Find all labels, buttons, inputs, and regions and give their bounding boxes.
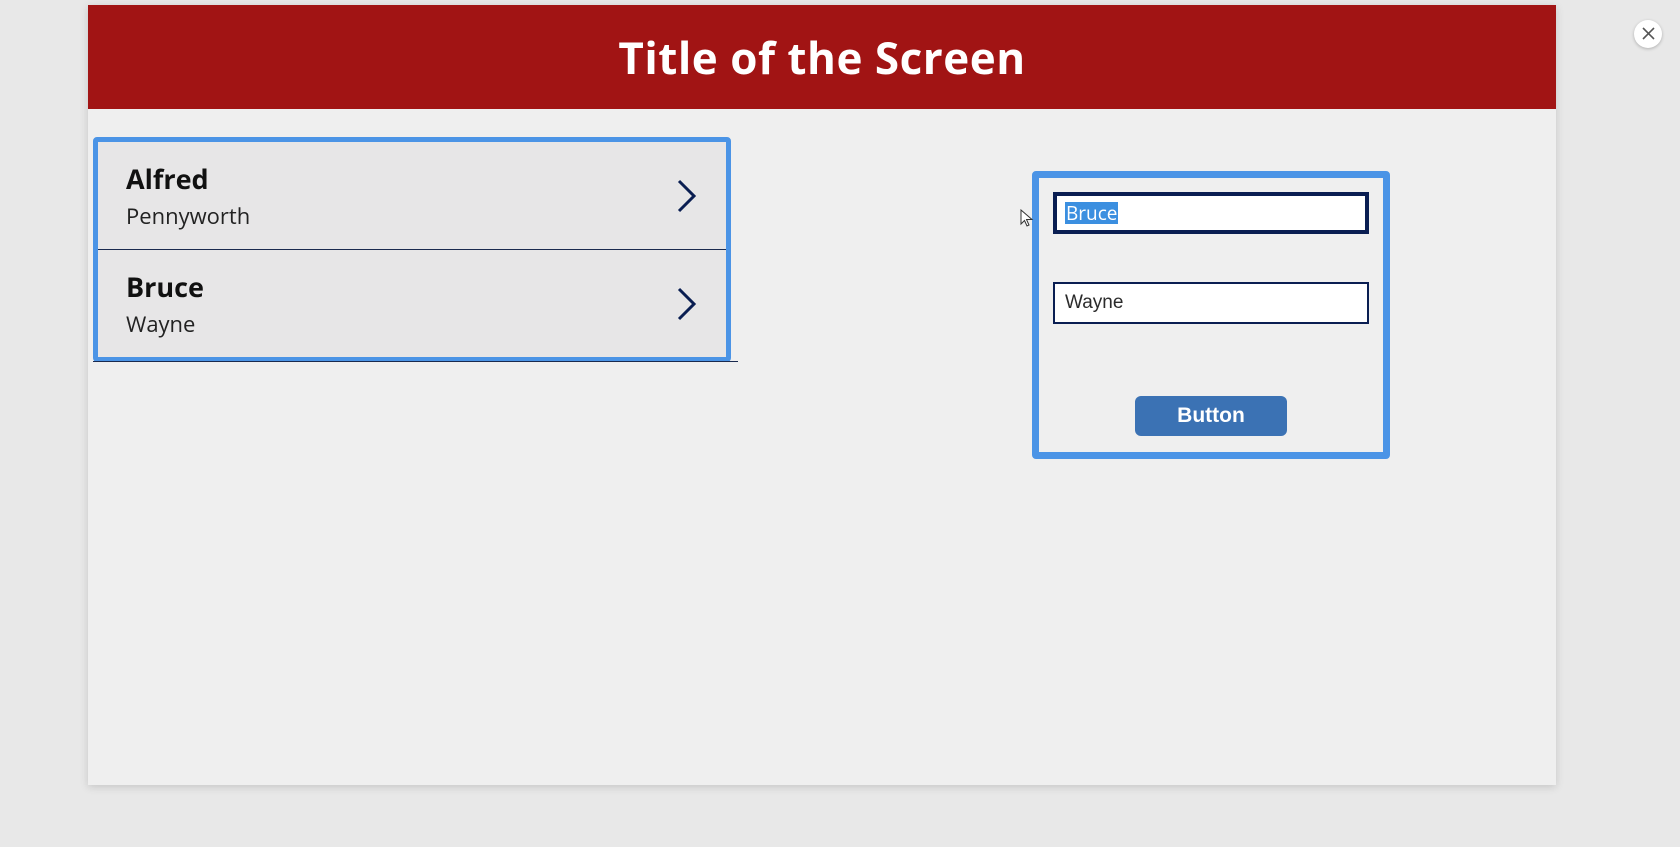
button-row: Button xyxy=(1053,396,1369,436)
first-name-field-wrap: Bruce xyxy=(1053,192,1369,234)
list-item-text: Bruce Wayne xyxy=(126,268,204,339)
list-item-primary: Alfred xyxy=(126,160,250,197)
form-panel: Bruce Button xyxy=(1032,171,1390,459)
content-area: Alfred Pennyworth Bruce Wayne xyxy=(88,109,1556,137)
list-item-text: Alfred Pennyworth xyxy=(126,160,250,231)
main-panel: Title of the Screen Alfred Pennyworth Br… xyxy=(88,5,1556,785)
list-item-secondary: Pennyworth xyxy=(126,201,250,231)
chevron-right-icon xyxy=(676,286,698,322)
screen-header: Title of the Screen xyxy=(88,5,1556,109)
people-list: Alfred Pennyworth Bruce Wayne xyxy=(93,137,731,362)
chevron-right-icon xyxy=(676,178,698,214)
close-icon xyxy=(1642,23,1655,45)
last-name-field-wrap xyxy=(1053,282,1369,324)
last-name-input[interactable] xyxy=(1053,282,1369,324)
list-item-secondary: Wayne xyxy=(126,309,204,339)
list-item[interactable]: Alfred Pennyworth xyxy=(98,142,726,250)
screen-title: Title of the Screen xyxy=(88,27,1556,87)
submit-button[interactable]: Button xyxy=(1135,396,1287,436)
first-name-input[interactable] xyxy=(1053,192,1369,234)
list-item[interactable]: Bruce Wayne xyxy=(98,250,726,357)
list-item-primary: Bruce xyxy=(126,268,204,305)
close-button[interactable] xyxy=(1634,20,1662,48)
